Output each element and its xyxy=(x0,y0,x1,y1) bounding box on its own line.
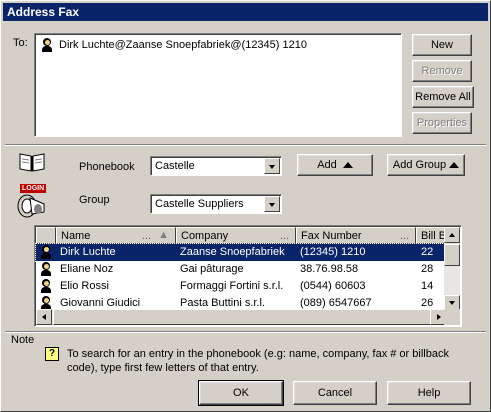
login-group-icon: LOGIN xyxy=(16,184,50,220)
column-resize-dots: ... xyxy=(399,230,409,242)
column-header-icon[interactable] xyxy=(36,227,56,244)
column-header-billback[interactable]: Bill B xyxy=(416,227,446,244)
cell-name: Eliane Noz xyxy=(60,263,114,275)
column-header-company[interactable]: Company ... xyxy=(176,227,296,244)
triangle-up-icon xyxy=(342,162,353,169)
cell-company: Gai pâturage xyxy=(180,263,244,275)
column-resize-dots: ... xyxy=(279,230,289,242)
add-group-button-label: Add Group xyxy=(392,159,447,171)
column-header-name-label: Name xyxy=(61,230,91,242)
cell-company: Zaanse Snoepfabriek xyxy=(180,246,285,258)
address-fax-dialog: Address Fax To: Dirk Luchte@Zaanse Snoep… xyxy=(0,0,491,412)
cell-name: Elio Rossi xyxy=(60,280,109,292)
cell-name: Dirk Luchte xyxy=(60,246,116,258)
note-text: To search for an entry in the phonebook … xyxy=(67,348,449,374)
add-button[interactable]: Add xyxy=(297,154,373,176)
column-header-name[interactable]: Name ... ▲ xyxy=(56,227,176,244)
help-button[interactable]: Help xyxy=(387,381,471,405)
properties-button[interactable]: Properties xyxy=(412,112,472,134)
note-label: Note xyxy=(11,334,35,346)
group-label: Group xyxy=(79,194,110,206)
separator xyxy=(5,331,486,333)
table-row[interactable]: Eliane Noz Gai pâturage 38.76.98.58 28 xyxy=(36,261,446,278)
help-icon: ? xyxy=(45,347,59,361)
window-title: Address Fax xyxy=(3,3,488,21)
person-icon xyxy=(40,245,52,262)
cell-name: Giovanni Giudici xyxy=(60,297,141,309)
to-label: To: xyxy=(13,37,28,49)
remove-all-button[interactable]: Remove All xyxy=(412,86,474,108)
phonebook-icon xyxy=(19,153,45,172)
cell-fax: (089) 6547667 xyxy=(300,297,372,309)
scrollbar-corner xyxy=(444,309,460,325)
vertical-scroll-thumb[interactable] xyxy=(444,244,460,266)
table-row[interactable]: Dirk Luchte Zaanse Snoepfabriek (12345) … xyxy=(35,243,447,262)
sort-ascending-icon: ▲ xyxy=(158,229,169,241)
horizontal-scroll-thumb[interactable] xyxy=(53,309,431,325)
column-header-company-label: Company xyxy=(181,230,229,242)
cell-company: Pasta Buttini s.r.l. xyxy=(180,297,265,309)
cell-fax: (12345) 1210 xyxy=(300,246,366,258)
cell-fax: 38.76.98.58 xyxy=(300,263,359,275)
chevron-down-icon[interactable] xyxy=(264,196,280,212)
scroll-up-button[interactable] xyxy=(444,227,460,243)
cell-company: Formaggi Fortini s.r.l. xyxy=(180,280,284,292)
scroll-left-button[interactable] xyxy=(36,309,52,325)
column-resize-dots: ... xyxy=(141,230,151,242)
person-icon xyxy=(40,262,52,279)
remove-button[interactable]: Remove xyxy=(412,60,472,82)
contacts-list[interactable]: Name ... ▲ Company ... Fax Number ... Bi… xyxy=(34,225,462,327)
triangle-up-icon xyxy=(449,162,460,169)
to-recipients-box[interactable]: Dirk Luchte@Zaanse Snoepfabriek@(12345) … xyxy=(34,33,402,137)
person-icon xyxy=(40,279,52,296)
cancel-button[interactable]: Cancel xyxy=(293,381,377,405)
column-header-fax-label: Fax Number xyxy=(301,230,362,242)
add-group-button[interactable]: Add Group xyxy=(387,154,465,176)
column-header-fax[interactable]: Fax Number ... xyxy=(296,227,416,244)
phonebook-value: Castelle xyxy=(155,160,195,172)
phonebook-label: Phonebook xyxy=(79,161,135,173)
chevron-down-icon[interactable] xyxy=(264,158,280,174)
new-button[interactable]: New xyxy=(412,34,472,56)
cell-fax: (0544) 60603 xyxy=(300,280,366,292)
separator xyxy=(5,144,486,146)
vertical-scrollbar[interactable] xyxy=(444,227,460,311)
recipient-text: Dirk Luchte@Zaanse Snoepfabriek@(12345) … xyxy=(59,39,307,51)
ok-button[interactable]: OK xyxy=(198,380,284,406)
horizontal-scrollbar[interactable] xyxy=(36,309,446,325)
table-row[interactable]: Elio Rossi Formaggi Fortini s.r.l. (0544… xyxy=(36,278,446,295)
phonebook-select[interactable]: Castelle xyxy=(150,156,282,176)
group-value: Castelle Suppliers xyxy=(155,198,244,210)
recipient-item[interactable]: Dirk Luchte@Zaanse Snoepfabriek@(12345) … xyxy=(41,38,395,52)
add-button-label: Add xyxy=(317,159,337,171)
column-header-billback-label: Bill B xyxy=(421,230,446,242)
group-select[interactable]: Castelle Suppliers xyxy=(150,194,282,214)
person-icon xyxy=(41,38,53,52)
